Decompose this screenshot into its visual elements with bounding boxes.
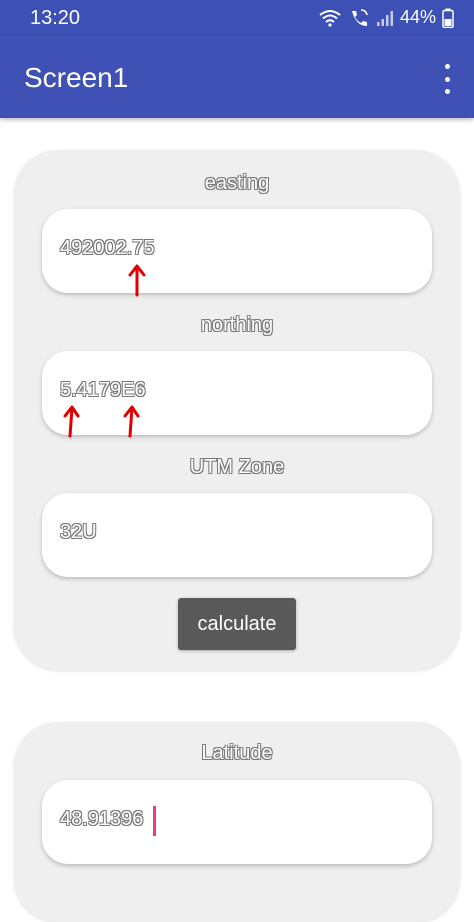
wifi-icon	[319, 9, 341, 27]
signal-icon	[376, 10, 393, 26]
northing-input[interactable]: 5.4179E6	[42, 351, 432, 435]
latitude-input[interactable]: 48.91396	[42, 780, 432, 864]
annotation-arrow-icon	[123, 405, 140, 438]
battery-percent: 44%	[399, 7, 436, 27]
status-icons: 44%	[318, 7, 454, 28]
calculate-button[interactable]: calculate	[178, 598, 296, 650]
latitude-value: 48.91396	[60, 808, 144, 830]
status-time: 13:20	[30, 7, 81, 29]
utm-zone-label: UTM Zone	[189, 456, 285, 478]
status-bar: 13:20 44%	[0, 0, 474, 36]
northing-value: 5.4179E6	[60, 379, 146, 401]
easting-label: easting	[204, 172, 270, 194]
text-cursor	[153, 806, 156, 836]
input-card: easting 492002.75 northing 5.4179E6 UTM …	[14, 150, 460, 670]
result-card: Latitude 48.91396	[14, 722, 460, 922]
annotation-arrow-icon	[63, 405, 80, 438]
app-title: Screen1	[24, 62, 129, 93]
app-bar: Screen1	[0, 36, 474, 118]
easting-value: 492002.75	[60, 237, 155, 259]
utm-zone-value: 32U	[60, 521, 97, 543]
northing-label: northing	[200, 314, 274, 336]
overflow-menu-icon[interactable]	[440, 64, 454, 94]
easting-input[interactable]: 492002.75	[42, 209, 432, 293]
annotation-arrow-icon	[128, 264, 146, 297]
latitude-label: Latitude	[201, 742, 273, 764]
wifi-calling-icon	[351, 8, 368, 26]
utm-zone-input[interactable]: 32U	[42, 493, 432, 577]
battery-icon	[442, 8, 454, 28]
